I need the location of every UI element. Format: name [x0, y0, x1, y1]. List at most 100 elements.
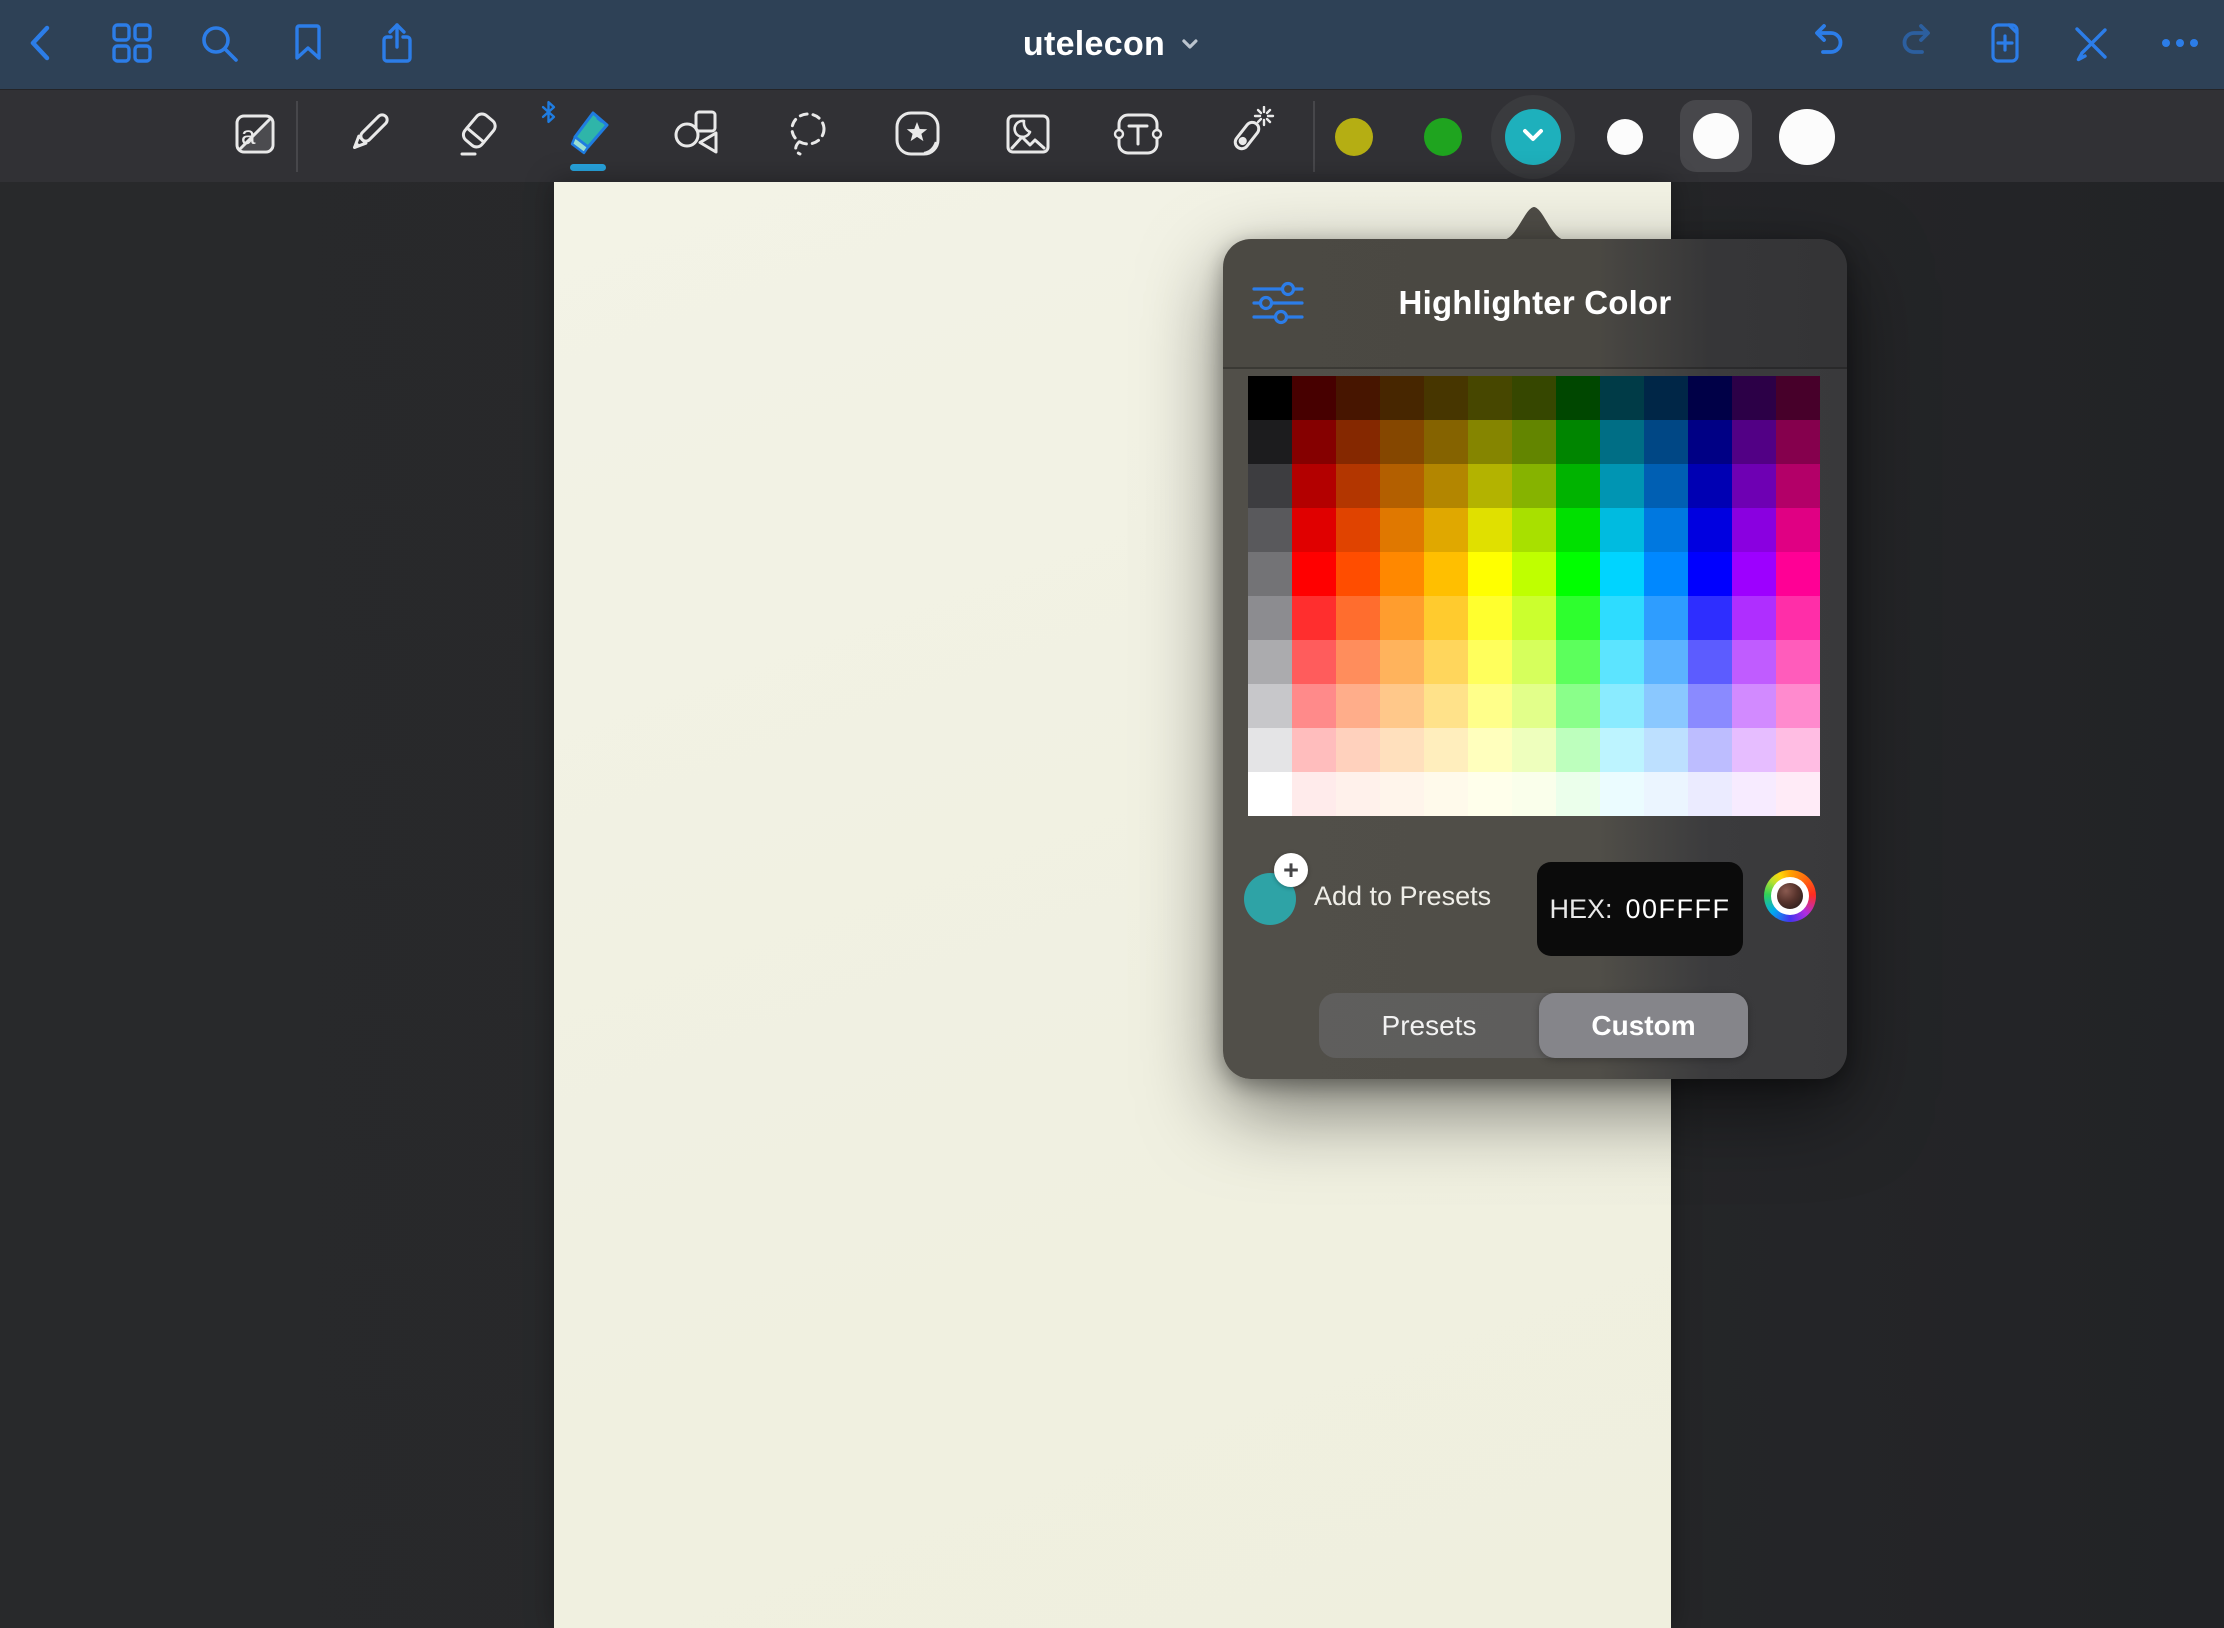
color-cell[interactable] — [1336, 420, 1380, 464]
tool-image[interactable] — [1000, 108, 1056, 164]
color-cell[interactable] — [1644, 640, 1688, 684]
color-cell[interactable] — [1380, 552, 1424, 596]
color-cell[interactable] — [1248, 420, 1292, 464]
color-cell[interactable] — [1556, 596, 1600, 640]
color-wheel-button[interactable] — [1764, 870, 1816, 922]
color-cell[interactable] — [1248, 552, 1292, 596]
color-cell[interactable] — [1380, 376, 1424, 420]
color-cell[interactable] — [1776, 728, 1820, 772]
color-cell[interactable] — [1336, 684, 1380, 728]
color-cell[interactable] — [1512, 640, 1556, 684]
color-cell[interactable] — [1380, 596, 1424, 640]
color-swatch-green[interactable] — [1424, 118, 1462, 156]
color-cell[interactable] — [1688, 640, 1732, 684]
color-cell[interactable] — [1380, 420, 1424, 464]
color-cell[interactable] — [1292, 596, 1336, 640]
color-cell[interactable] — [1292, 552, 1336, 596]
color-cell[interactable] — [1732, 728, 1776, 772]
color-cell[interactable] — [1732, 684, 1776, 728]
color-cell[interactable] — [1468, 640, 1512, 684]
color-cell[interactable] — [1776, 420, 1820, 464]
document-title[interactable]: utelecon — [1023, 0, 1201, 89]
color-cell[interactable] — [1644, 464, 1688, 508]
tab-presets[interactable]: Presets — [1319, 993, 1539, 1058]
color-cell[interactable] — [1248, 684, 1292, 728]
color-cell[interactable] — [1424, 376, 1468, 420]
color-cell[interactable] — [1776, 508, 1820, 552]
color-cell[interactable] — [1644, 508, 1688, 552]
tool-eraser[interactable] — [450, 108, 506, 164]
color-cell[interactable] — [1644, 772, 1688, 816]
tab-custom[interactable]: Custom — [1539, 993, 1748, 1058]
color-cell[interactable] — [1600, 552, 1644, 596]
page-grid-button[interactable] — [110, 23, 154, 67]
color-cell[interactable] — [1556, 420, 1600, 464]
color-cell[interactable] — [1688, 376, 1732, 420]
color-cell[interactable] — [1248, 376, 1292, 420]
tool-page-style[interactable]: a — [227, 108, 283, 164]
color-cell[interactable] — [1688, 728, 1732, 772]
color-cell[interactable] — [1644, 596, 1688, 640]
color-cell[interactable] — [1468, 772, 1512, 816]
color-cell[interactable] — [1336, 376, 1380, 420]
color-cell[interactable] — [1732, 552, 1776, 596]
color-cell[interactable] — [1248, 464, 1292, 508]
tool-lasso[interactable] — [780, 108, 836, 164]
color-cell[interactable] — [1248, 640, 1292, 684]
color-cell[interactable] — [1600, 640, 1644, 684]
color-cell[interactable] — [1468, 552, 1512, 596]
color-cell[interactable] — [1512, 772, 1556, 816]
color-cell[interactable] — [1600, 728, 1644, 772]
color-cell[interactable] — [1512, 728, 1556, 772]
color-cell[interactable] — [1468, 508, 1512, 552]
color-cell[interactable] — [1776, 684, 1820, 728]
color-swatch-teal-selected[interactable] — [1491, 95, 1575, 179]
add-preset-plus-icon[interactable]: + — [1274, 853, 1308, 887]
color-cell[interactable] — [1248, 508, 1292, 552]
tool-text[interactable] — [1110, 108, 1166, 164]
color-cell[interactable] — [1424, 508, 1468, 552]
color-cell[interactable] — [1644, 684, 1688, 728]
color-cell[interactable] — [1556, 684, 1600, 728]
color-cell[interactable] — [1292, 420, 1336, 464]
redo-button[interactable] — [1895, 23, 1939, 67]
hex-input[interactable]: HEX: 00FFFF — [1537, 862, 1743, 956]
color-cell[interactable] — [1556, 464, 1600, 508]
tool-shapes[interactable] — [670, 108, 726, 164]
color-cell[interactable] — [1688, 464, 1732, 508]
tool-sticker[interactable] — [890, 108, 946, 164]
color-cell[interactable] — [1688, 420, 1732, 464]
size-medium-selected[interactable] — [1680, 100, 1752, 172]
color-cell[interactable] — [1600, 684, 1644, 728]
color-cell[interactable] — [1424, 684, 1468, 728]
color-cell[interactable] — [1556, 728, 1600, 772]
color-cell[interactable] — [1600, 376, 1644, 420]
color-cell[interactable] — [1512, 596, 1556, 640]
color-cell[interactable] — [1292, 640, 1336, 684]
search-button[interactable] — [197, 23, 241, 67]
color-cell[interactable] — [1732, 640, 1776, 684]
color-cell[interactable] — [1512, 684, 1556, 728]
color-cell[interactable] — [1776, 640, 1820, 684]
color-cell[interactable] — [1556, 376, 1600, 420]
color-cell[interactable] — [1336, 552, 1380, 596]
color-cell[interactable] — [1292, 684, 1336, 728]
color-cell[interactable] — [1424, 552, 1468, 596]
color-cell[interactable] — [1336, 772, 1380, 816]
color-cell[interactable] — [1468, 420, 1512, 464]
color-cell[interactable] — [1776, 464, 1820, 508]
color-cell[interactable] — [1556, 508, 1600, 552]
color-cell[interactable] — [1512, 420, 1556, 464]
color-cell[interactable] — [1336, 728, 1380, 772]
color-cell[interactable] — [1380, 728, 1424, 772]
color-cell[interactable] — [1776, 596, 1820, 640]
size-small[interactable] — [1607, 119, 1643, 155]
color-cell[interactable] — [1688, 508, 1732, 552]
color-cell[interactable] — [1292, 772, 1336, 816]
color-cell[interactable] — [1732, 508, 1776, 552]
color-cell[interactable] — [1248, 772, 1292, 816]
color-cell[interactable] — [1556, 772, 1600, 816]
tool-laser-pointer[interactable] — [1220, 108, 1276, 164]
color-cell[interactable] — [1380, 684, 1424, 728]
color-cell[interactable] — [1732, 376, 1776, 420]
